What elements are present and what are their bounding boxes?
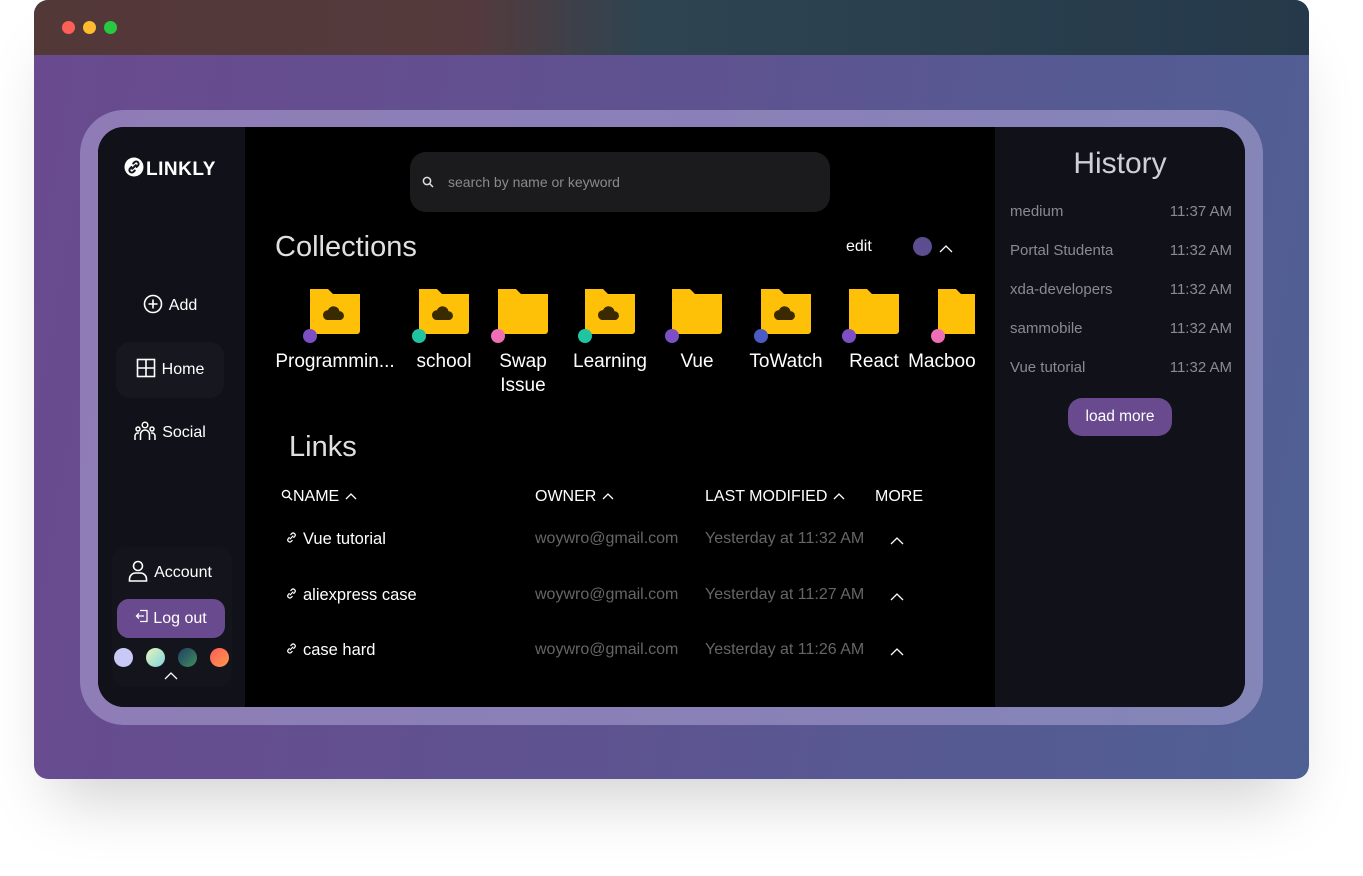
collection-label: Macbook A... <box>908 351 975 372</box>
history-item[interactable]: xda-developers 11:32 AM <box>1010 281 1232 298</box>
history-item[interactable]: Portal Studenta 11:32 AM <box>1010 242 1232 259</box>
collection-color-dot <box>842 329 856 343</box>
brand-logo[interactable]: LINKLY <box>124 157 216 183</box>
link-name-text: aliexpress case <box>303 586 417 604</box>
folder-icon <box>931 287 975 343</box>
links-title: Links <box>289 431 357 463</box>
theme-forest-swatch[interactable] <box>178 648 197 667</box>
history-item-name: xda-developers <box>1010 281 1113 298</box>
theme-mint-swatch[interactable] <box>146 648 165 667</box>
history-item-name: Vue tutorial <box>1010 359 1086 376</box>
collection-color-dot <box>665 329 679 343</box>
collection-color-dot <box>754 329 768 343</box>
link-owner: woywro@gmail.com <box>535 530 679 547</box>
logout-label: Log out <box>153 609 207 627</box>
row-more-chevron-icon[interactable] <box>890 644 904 658</box>
plus-circle-icon <box>143 294 163 319</box>
collection-color-dot <box>491 329 505 343</box>
collection-label: Programmin... <box>275 351 395 372</box>
logout-button[interactable]: Log out <box>117 599 225 638</box>
load-more-button[interactable]: load more <box>1068 398 1172 436</box>
history-item-time: 11:32 AM <box>1169 242 1232 259</box>
history-item-time: 11:32 AM <box>1169 281 1232 298</box>
link-name[interactable]: Vue tutorial <box>285 530 386 549</box>
sidebar: LINKLY Add Home Social Account Log out <box>98 127 245 707</box>
collection-color-dot <box>412 329 426 343</box>
collection-item[interactable]: Macbook A... <box>903 287 975 374</box>
history-item[interactable]: sammobile 11:32 AM <box>1010 320 1232 337</box>
theme-coral-swatch[interactable] <box>210 648 229 667</box>
link-modified: Yesterday at 11:32 AM <box>705 530 865 547</box>
nav-social[interactable]: Social <box>116 405 224 461</box>
maximize-window-button[interactable] <box>104 21 117 34</box>
app-container: LINKLY Add Home Social Account Log out s… <box>98 127 1245 707</box>
link-modified: Yesterday at 11:26 AM <box>705 641 865 658</box>
column-more-label: MORE <box>875 488 923 505</box>
column-owner-label: OWNER <box>535 488 597 505</box>
history-item-name: Portal Studenta <box>1010 242 1114 259</box>
row-more-chevron-icon[interactable] <box>890 533 904 547</box>
account-label: Account <box>154 564 212 581</box>
history-item-name: sammobile <box>1010 320 1083 337</box>
close-window-button[interactable] <box>62 21 75 34</box>
link-icon <box>124 157 144 183</box>
collection-item[interactable]: Programmin... <box>275 287 395 374</box>
link-modified: Yesterday at 11:27 AM <box>705 586 865 603</box>
nav-home-label: Home <box>161 361 205 378</box>
history-item-time: 11:32 AM <box>1169 359 1232 376</box>
folder-icon <box>491 287 553 343</box>
column-modified-header[interactable]: LAST MODIFIED <box>705 488 845 506</box>
nav-home[interactable]: Home <box>116 342 224 398</box>
history-item[interactable]: medium 11:37 AM <box>1010 203 1232 220</box>
nav-add-label: Add <box>168 297 198 314</box>
grid-icon <box>136 358 156 383</box>
minimize-window-button[interactable] <box>83 21 96 34</box>
sort-chevron-icon <box>602 488 614 506</box>
folder-icon <box>578 287 640 343</box>
history-item[interactable]: Vue tutorial 11:32 AM <box>1010 359 1232 376</box>
link-name-text: case hard <box>303 641 376 659</box>
history-item-name: medium <box>1010 203 1064 220</box>
link-name-text: Vue tutorial <box>303 530 386 548</box>
collection-color-dot <box>578 329 592 343</box>
folder-icon <box>842 287 904 343</box>
account-button[interactable]: Account <box>116 545 224 601</box>
link-icon <box>285 641 298 660</box>
column-name-header[interactable]: NAME <box>281 488 357 506</box>
column-modified-label: LAST MODIFIED <box>705 488 828 505</box>
row-more-chevron-icon[interactable] <box>890 589 904 603</box>
history-item-time: 11:32 AM <box>1169 320 1232 337</box>
history-item-time: 11:37 AM <box>1169 203 1232 220</box>
link-owner: woywro@gmail.com <box>535 641 679 658</box>
history-panel: History medium 11:37 AM Portal Studenta 11:… <box>995 127 1245 707</box>
folder-icon <box>303 287 365 343</box>
folder-icon <box>754 287 816 343</box>
column-name-label: NAME <box>293 488 340 505</box>
link-icon <box>285 530 298 549</box>
theme-lavender-swatch[interactable] <box>114 648 133 667</box>
user-icon <box>128 560 148 587</box>
logout-icon <box>135 609 149 628</box>
nav-social-label: Social <box>162 424 206 441</box>
nav-add[interactable]: Add <box>116 278 224 334</box>
column-more-header: MORE <box>875 488 923 506</box>
sort-chevron-icon <box>345 488 357 506</box>
search-icon <box>281 488 293 506</box>
title-bar <box>34 0 1309 55</box>
brand-name: LINKLY <box>146 159 216 180</box>
collection-color-dot <box>303 329 317 343</box>
link-name[interactable]: aliexpress case <box>285 586 417 605</box>
link-name[interactable]: case hard <box>285 641 375 660</box>
link-icon <box>285 586 298 605</box>
sort-chevron-icon <box>833 488 845 506</box>
folder-icon <box>665 287 727 343</box>
link-owner: woywro@gmail.com <box>535 586 679 603</box>
history-title: History <box>1073 147 1167 180</box>
chevron-up-icon[interactable] <box>164 668 178 686</box>
collection-color-dot <box>931 329 945 343</box>
people-icon <box>134 420 156 447</box>
main-content: Collections edit Programmin...schoolSwap… <box>245 127 995 707</box>
collections-list: Programmin... school Swap Issue Learning Vue… <box>245 127 975 417</box>
column-owner-header[interactable]: OWNER <box>535 488 614 506</box>
